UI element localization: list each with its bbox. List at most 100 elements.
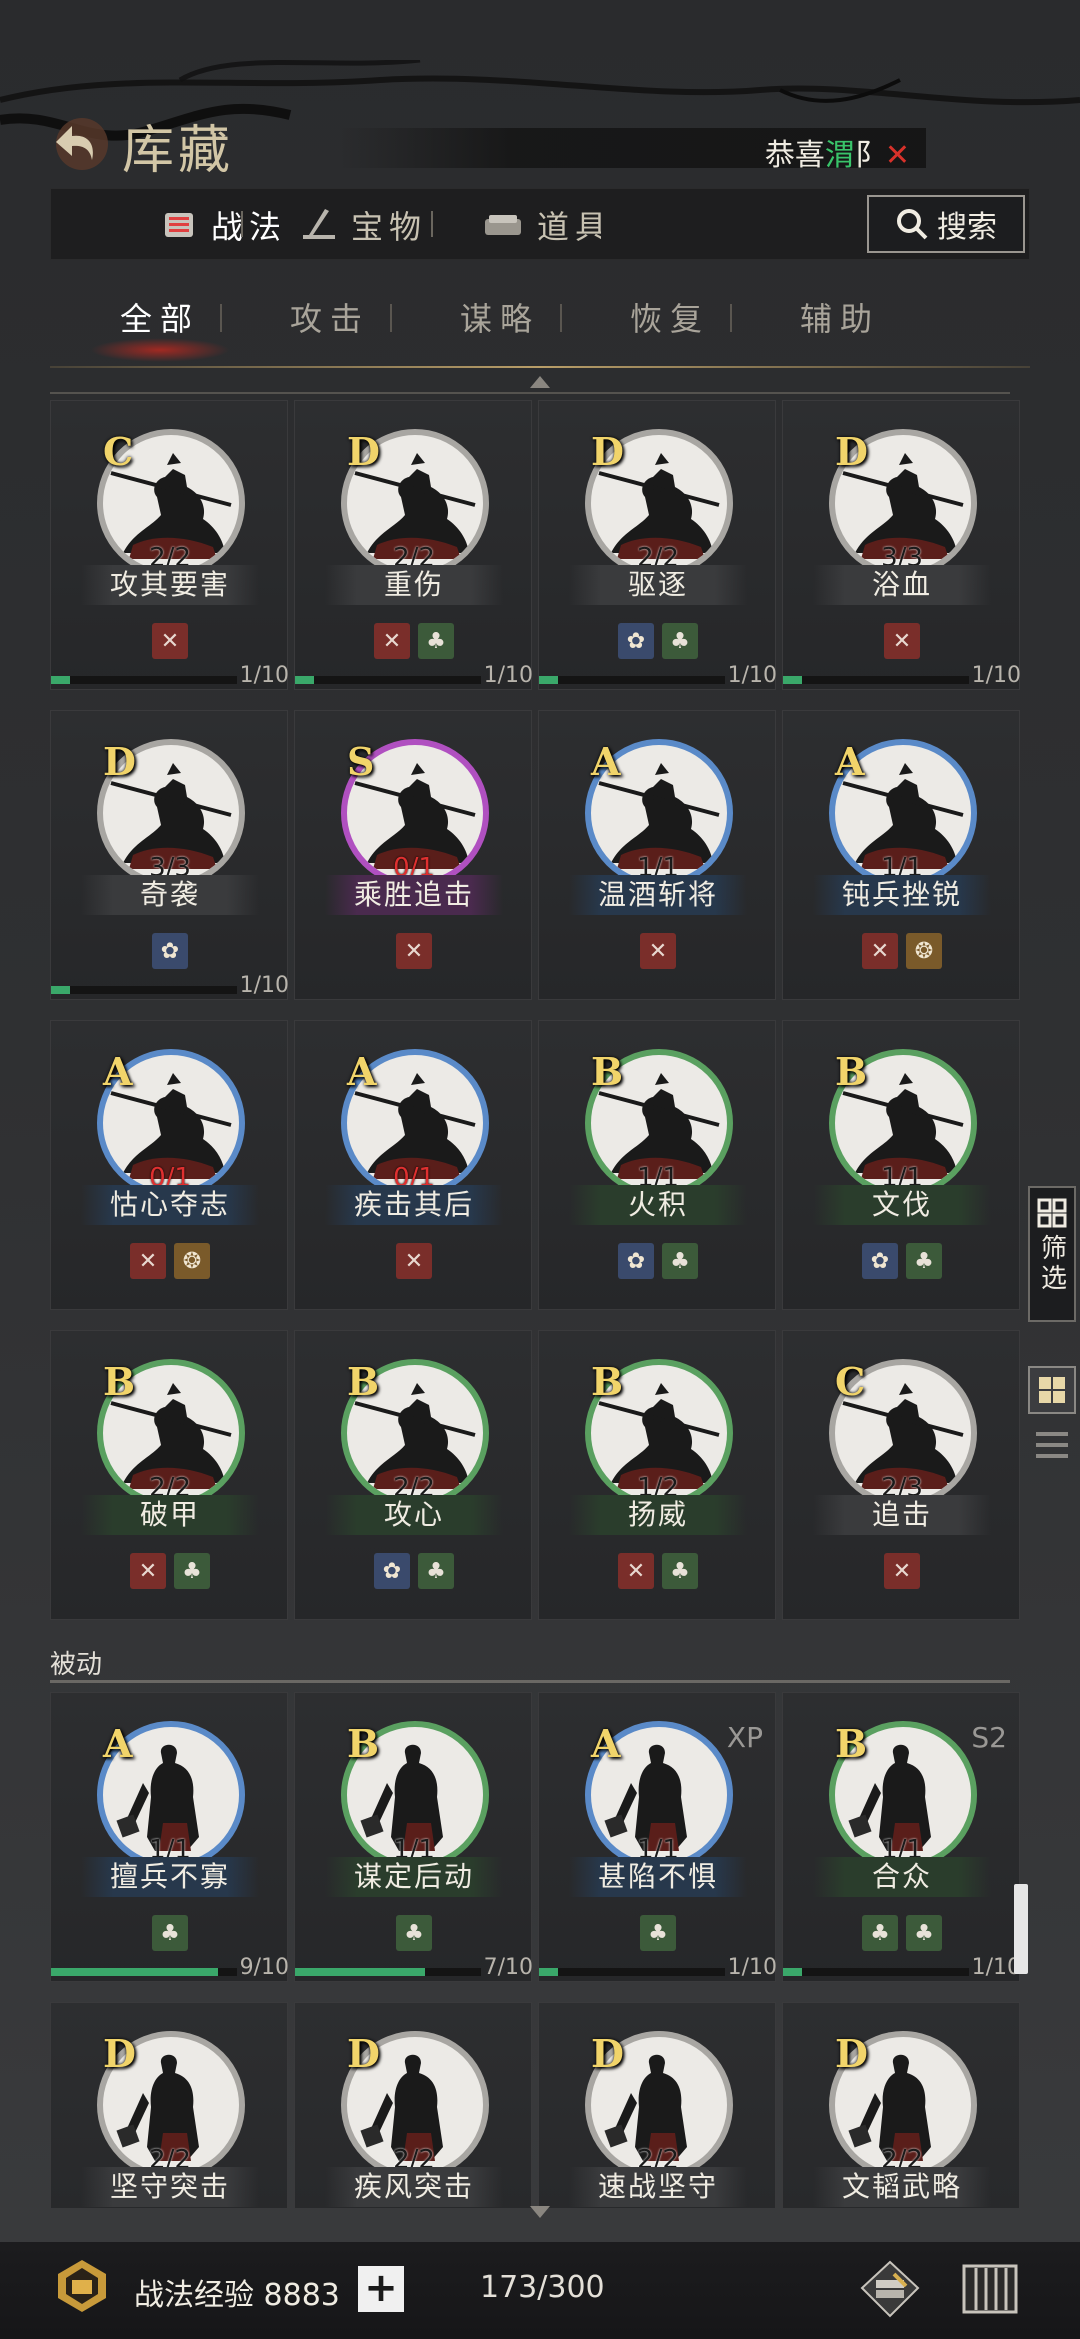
skill-name: 追击: [813, 1495, 991, 1535]
skill-card[interactable]: A 0/1 怙心夺志 ✕ ❂: [50, 1020, 288, 1310]
skill-grade: A: [103, 1721, 133, 1766]
progress-text: 7/10: [483, 1955, 533, 1980]
skill-name: 扬威: [569, 1495, 747, 1535]
recovery-type-icon: ♣: [152, 1915, 188, 1951]
skill-name: 攻其要害: [81, 565, 259, 605]
tab-items[interactable]: 道具: [481, 189, 601, 261]
subtab-support[interactable]: 辅助: [760, 294, 920, 340]
close-icon[interactable]: ✕: [885, 138, 910, 173]
recovery-type-icon: ♣: [640, 1915, 676, 1951]
skill-card[interactable]: B 1/1 火积 ✿ ♣: [538, 1020, 776, 1310]
category-tabs: 战法 宝物 道具 搜索: [50, 188, 1030, 260]
skill-card[interactable]: C 2/2 攻其要害 ✕ 1/10: [50, 400, 289, 690]
active-tab-glow: [90, 338, 230, 362]
tab-treasure[interactable]: 宝物: [299, 189, 427, 261]
skill-card[interactable]: D 2/2 坚守突击: [50, 2002, 288, 2208]
skill-grade: B: [835, 1721, 868, 1766]
skill-type-icons: ✿ ♣: [539, 1243, 777, 1279]
grid-view-button[interactable]: [1028, 1366, 1076, 1414]
skill-card[interactable]: B 1/1 文伐 ✿ ♣: [782, 1020, 1020, 1310]
skill-grade: B: [591, 1359, 624, 1404]
skill-card[interactable]: C 2/3 追击 ✕: [782, 1330, 1020, 1620]
strategy-type-icon: ✿: [618, 623, 654, 659]
progress-text: 1/10: [727, 663, 777, 688]
skill-exp-icon: [58, 2260, 106, 2312]
skill-type-icons: ✕: [783, 1553, 1021, 1589]
skill-card[interactable]: D 3/3 奇袭 ✿ 1/10: [50, 710, 289, 1000]
subtab-all[interactable]: 全部: [80, 294, 240, 340]
skill-card[interactable]: D 2/2 重伤 ✕ ♣ 1/10: [294, 400, 533, 690]
skill-grade: B: [347, 1359, 380, 1404]
skill-card[interactable]: S 0/1 乘胜追击 ✕: [294, 710, 532, 1000]
season-tag: XP: [726, 1721, 763, 1754]
skill-card[interactable]: A 1/1 钝兵挫锐 ✕ ❂: [782, 710, 1020, 1000]
skill-card[interactable]: A 0/1 疾击其后 ✕: [294, 1020, 532, 1310]
skill-card[interactable]: B 1/2 扬威 ✕ ♣: [538, 1330, 776, 1620]
skill-card[interactable]: B S2 1/1 合众 ♣ ♣ 1/10: [782, 1692, 1021, 1982]
progress-fill: [295, 676, 314, 684]
skill-grade: D: [347, 2031, 380, 2076]
subtab-separator: [730, 304, 732, 332]
tab-skills[interactable]: 战法: [159, 189, 287, 261]
grid-view-icon: [1039, 1377, 1065, 1403]
skill-card[interactable]: D 2/2 文韬武略: [782, 2002, 1020, 2208]
recovery-type-icon: ♣: [418, 1553, 454, 1589]
skill-grade: B: [591, 1049, 624, 1094]
skill-grade: A: [103, 1049, 133, 1094]
recovery-type-icon: ♣: [396, 1915, 432, 1951]
book-stack-icon[interactable]: [858, 2258, 922, 2320]
skill-type-icons: ✿ ♣: [295, 1553, 533, 1589]
skill-name: 怙心夺志: [81, 1185, 259, 1225]
filter-button[interactable]: 筛选: [1028, 1186, 1076, 1322]
attack-type-icon: ✕: [130, 1553, 166, 1589]
progress-fill: [783, 1968, 802, 1976]
recovery-type-icon: ♣: [662, 1243, 698, 1279]
skill-card[interactable]: D 2/2 速战坚守: [538, 2002, 776, 2208]
subtab-attack[interactable]: 攻击: [250, 294, 410, 340]
skill-name: 钝兵挫锐: [813, 875, 991, 915]
skill-progress: 1/10: [295, 663, 533, 688]
progress-fill: [539, 676, 558, 684]
notice-suffix: 阝: [854, 138, 885, 173]
progress-text: 1/10: [239, 663, 289, 688]
scrollbar-thumb[interactable]: [1014, 1884, 1028, 1974]
skill-card[interactable]: A 1/1 温酒斩将 ✕: [538, 710, 776, 1000]
skill-type-icons: ✕ ♣: [51, 1553, 289, 1589]
bamboo-scroll-icon[interactable]: [958, 2258, 1022, 2320]
skill-card[interactable]: D 2/2 疾风突击: [294, 2002, 532, 2208]
back-button[interactable]: [52, 114, 116, 170]
bottom-bar: 战法经验 8883 + 173/300: [0, 2242, 1080, 2339]
skill-grade: C: [835, 1359, 866, 1404]
skill-card[interactable]: B 1/1 谋定后动 ♣ 7/10: [294, 1692, 533, 1982]
attack-type-icon: ✕: [396, 1243, 432, 1279]
subtab-strategy[interactable]: 谋略: [420, 294, 580, 340]
attack-type-icon: ✕: [130, 1243, 166, 1279]
skill-card[interactable]: B 2/2 破甲 ✕ ♣: [50, 1330, 288, 1620]
attack-type-icon: ✕: [396, 933, 432, 969]
attack-type-icon: ✕: [374, 623, 410, 659]
list-view-icon[interactable]: [1034, 1428, 1070, 1462]
skill-name: 疾击其后: [325, 1185, 503, 1225]
skill-card[interactable]: D 3/3 浴血 ✕ 1/10: [782, 400, 1021, 690]
recovery-type-icon: ♣: [906, 1243, 942, 1279]
skill-card[interactable]: D 2/2 驱逐 ✿ ♣ 1/10: [538, 400, 777, 690]
skill-type-icons: ✿ ♣: [539, 623, 777, 659]
skill-grade: S: [347, 739, 375, 784]
skill-card[interactable]: A 1/1 擅兵不寡 ♣ 9/10: [50, 1692, 289, 1982]
subtab-recovery[interactable]: 恢复: [590, 294, 750, 340]
notice-text: 恭喜渭阝✕: [765, 130, 910, 174]
add-exp-button[interactable]: +: [358, 2266, 404, 2312]
skill-grade: B: [835, 1049, 868, 1094]
skill-card[interactable]: B 2/2 攻心 ✿ ♣: [294, 1330, 532, 1620]
skill-type-icons: ✕: [295, 1243, 533, 1279]
progress-text: 1/10: [239, 973, 289, 998]
search-button[interactable]: 搜索: [867, 195, 1025, 253]
skill-name: 甚陷不惧: [569, 1857, 747, 1897]
skill-grade: D: [103, 2031, 136, 2076]
skill-grade: D: [591, 429, 624, 474]
skill-card[interactable]: A XP 1/1 甚陷不惧 ♣ 1/10: [538, 1692, 777, 1982]
tab-items-label: 道具: [537, 208, 601, 246]
recovery-type-icon: ♣: [662, 623, 698, 659]
strategy-type-icon: ✿: [862, 1243, 898, 1279]
skill-type-icons: ♣: [51, 1915, 289, 1951]
